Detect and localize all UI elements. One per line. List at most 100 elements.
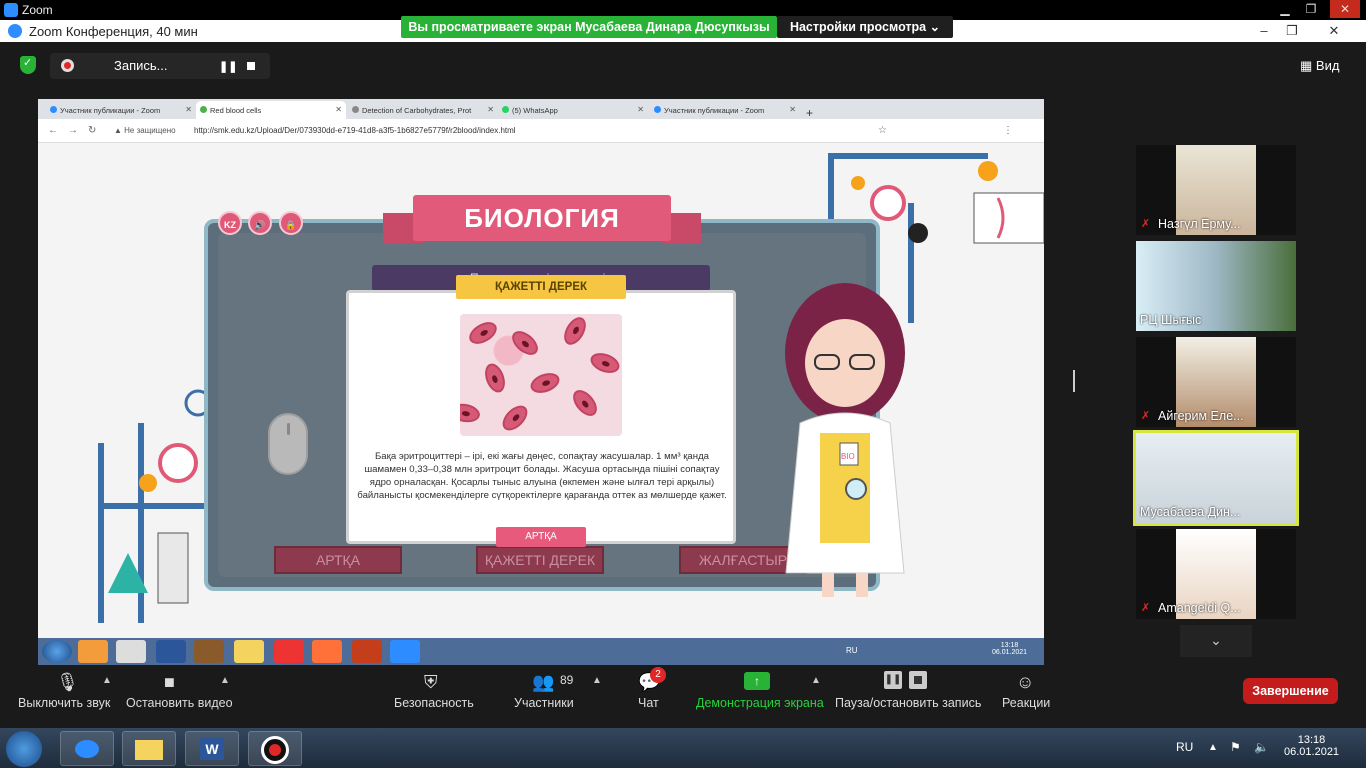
security-button[interactable]: Безопасность	[394, 696, 474, 710]
media-player-icon	[78, 640, 108, 663]
pause-recording-icon[interactable]: ❚❚	[219, 60, 237, 73]
firefox-icon	[312, 640, 342, 663]
share-options-caret[interactable]: ▲	[811, 675, 821, 686]
view-button[interactable]: ▦ Вид	[1300, 58, 1339, 74]
tab-label: Участник публикации - Zoom	[60, 106, 161, 115]
participants-count: 89	[560, 673, 574, 687]
stop-icon[interactable]	[909, 671, 927, 689]
security-shield-icon[interactable]: ⛨	[424, 672, 438, 693]
chat-button[interactable]: Чат	[638, 696, 659, 710]
forward-arrow-icon[interactable]: →	[68, 125, 78, 136]
browser-tab[interactable]: Detection of Carbohydrates, Prot ✕	[348, 101, 498, 119]
end-meeting-button[interactable]: Завершение	[1243, 678, 1338, 704]
mic-muted-icon: ✗	[1141, 602, 1151, 614]
view-settings-dropdown[interactable]: Настройки просмотра ⌄	[777, 16, 953, 38]
maximize-icon[interactable]: ❐	[1300, 0, 1322, 18]
language-button[interactable]: KZ	[218, 211, 242, 235]
browser-toolbar: ← → ↻ ▲ Не защищено http://smk.edu.kz/Up…	[38, 119, 1044, 143]
chat-unread-badge: 2	[650, 667, 666, 683]
system-clock[interactable]: 13:18 06.01.2021	[1284, 734, 1339, 758]
lock-icon[interactable]: 🔒	[279, 211, 303, 235]
browser-tab[interactable]: Участник публикации - Zoom ✕	[46, 101, 196, 119]
screen-date: 06.01.2021	[992, 649, 1028, 656]
mute-button[interactable]: Выключить звук	[18, 696, 110, 710]
video-options-caret[interactable]: ▲	[220, 675, 230, 686]
input-language[interactable]: RU	[1176, 740, 1193, 754]
split-handle[interactable]	[1073, 370, 1075, 392]
reactions-icon[interactable]: ☺	[1016, 672, 1034, 693]
folder-icon	[234, 640, 264, 663]
chevron-down-icon[interactable]: ⌄	[1180, 625, 1252, 657]
browser-tabstrip: Участник публикации - Zoom ✕ Red blood ce…	[38, 99, 1044, 119]
screen-time: 13:18	[1000, 642, 1019, 649]
close-icon[interactable]: ✕	[1322, 22, 1346, 40]
tray-arrow-icon[interactable]: ▲	[1208, 742, 1218, 753]
bio-badge: BIO	[841, 452, 855, 461]
recording-label: Запись...	[114, 58, 168, 73]
meeting-toolbar	[0, 665, 1366, 720]
lesson-page: KZ 🔊 🔒 БИОЛОГИЯ Препаратты тiп көру үшін…	[38, 143, 1044, 638]
browser-tab[interactable]: Участник публикации - Zoom ✕	[650, 101, 800, 119]
network-icon[interactable]: ⚑	[1230, 740, 1241, 754]
participant-tile[interactable]: ✗ Назгүл Ерму...	[1136, 145, 1296, 235]
zoom-logo-icon	[8, 24, 22, 38]
star-icon[interactable]: ☆	[878, 125, 887, 136]
pause-icon[interactable]: ❚❚	[884, 671, 902, 689]
system-time: 13:18	[1297, 734, 1326, 746]
zoom-taskbar-icon[interactable]	[60, 731, 114, 766]
microphone-icon[interactable]: 🎙	[56, 672, 79, 693]
reload-icon[interactable]: ↻	[88, 125, 96, 136]
share-screen-icon[interactable]: ↑	[744, 672, 770, 690]
volume-icon[interactable]: 🔈	[1254, 740, 1269, 754]
back-button[interactable]: АРТҚА	[274, 546, 402, 574]
word-taskbar-icon[interactable]: W	[185, 731, 239, 766]
useful-info-button[interactable]: ҚАЖЕТТІ ДЕРЕК	[476, 546, 604, 574]
reactions-button[interactable]: Реакции	[1002, 696, 1050, 710]
minimize-icon[interactable]: –	[1252, 22, 1276, 40]
new-tab-icon[interactable]: +	[802, 101, 822, 119]
pause-record-button[interactable]: Пауза/остановить запись	[835, 696, 981, 710]
close-icon[interactable]: ✕	[1330, 0, 1360, 18]
audio-options-caret[interactable]: ▲	[102, 675, 112, 686]
encryption-shield-icon[interactable]	[20, 56, 36, 74]
participants-button[interactable]: Участники	[514, 696, 574, 710]
participant-tile[interactable]: ✗ Amangeldi Q...	[1136, 529, 1296, 619]
windows-start-icon[interactable]	[6, 731, 42, 767]
stop-video-button[interactable]: Остановить видео	[126, 696, 233, 710]
participant-tile[interactable]: ✗ Айгерим Еле...	[1136, 337, 1296, 427]
share-screen-button[interactable]: Демонстрация экрана	[696, 696, 824, 710]
participants-icon[interactable]: 👥	[532, 672, 554, 693]
browser-tab-active[interactable]: Red blood cells ✕	[196, 101, 346, 119]
participant-tile[interactable]: РЦ Шығыс	[1136, 241, 1296, 331]
meeting-title: Zoom Конференция, 40 мин	[29, 24, 198, 39]
modal-back-button[interactable]: АРТҚА	[496, 527, 586, 547]
mic-muted-icon: ✗	[1141, 218, 1151, 230]
participant-name: Amangeldi Q...	[1158, 601, 1241, 615]
participant-name: Айгерим Еле...	[1158, 409, 1244, 423]
word-icon	[156, 640, 186, 663]
tab-label: Участник публикации - Zoom	[664, 106, 765, 115]
address-bar[interactable]: http://smk.edu.kz/Upload/Der/073930dd-e7…	[194, 126, 516, 135]
lab-equipment-left-illustration	[98, 389, 212, 623]
participant-name: Назгүл Ерму...	[1158, 217, 1241, 231]
back-arrow-icon[interactable]: ←	[48, 125, 58, 136]
screen-clock: 13:18 06.01.2021	[992, 642, 1027, 656]
browser-tab[interactable]: (5) WhatsApp ✕	[498, 101, 648, 119]
scientist-girl-illustration: BIO	[785, 283, 905, 597]
explorer-taskbar-icon[interactable]	[122, 731, 176, 766]
minimize-icon[interactable]: ▁	[1274, 0, 1296, 18]
restore-icon[interactable]: ❐	[1280, 22, 1304, 40]
warning-icon: ▲	[114, 126, 125, 135]
record-taskbar-icon[interactable]	[248, 731, 302, 766]
modal-body-text: Бақа эритроциттері – ірі, екі жағы дөңес…	[357, 451, 727, 501]
participants-options-caret[interactable]: ▲	[592, 675, 602, 686]
security-indicator[interactable]: ▲ Не защищено	[114, 126, 176, 135]
menu-dots-icon[interactable]: ⋮	[1003, 125, 1013, 136]
participant-tile-active-speaker[interactable]: Мусабаева Дин...	[1133, 430, 1299, 526]
video-camera-icon[interactable]: ■	[164, 672, 175, 693]
powerpoint-icon	[352, 640, 382, 663]
stop-recording-icon[interactable]	[247, 62, 255, 70]
grid-icon: ▦	[1300, 58, 1316, 73]
mouse-scroll-icon	[268, 413, 308, 475]
speaker-icon[interactable]: 🔊	[248, 211, 272, 235]
